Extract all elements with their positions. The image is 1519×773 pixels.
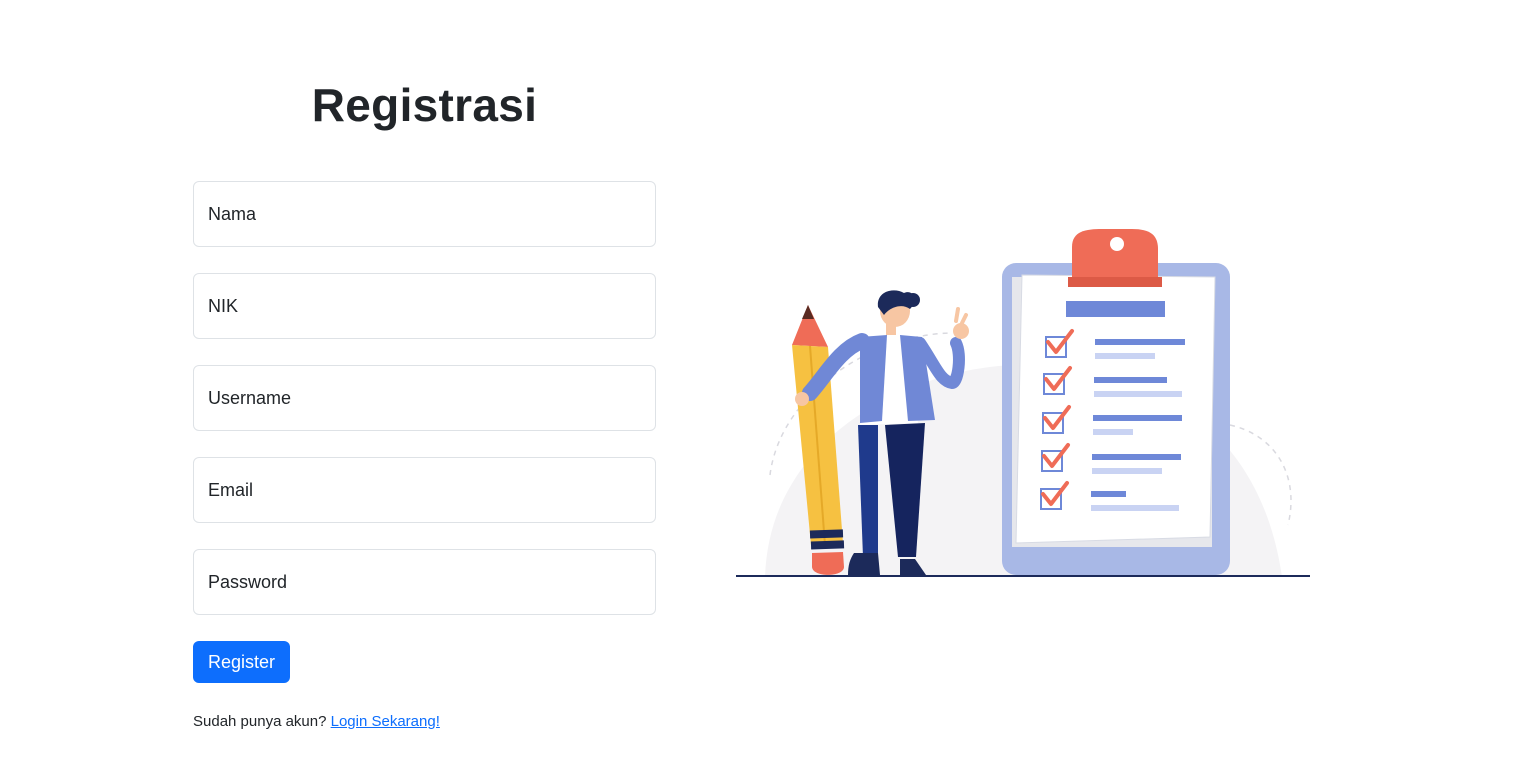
- email-input[interactable]: [194, 458, 655, 522]
- email-field[interactable]: [193, 457, 656, 523]
- username-input[interactable]: [194, 366, 655, 430]
- login-link[interactable]: Login Sekarang!: [331, 713, 440, 730]
- register-button[interactable]: Register: [193, 641, 291, 683]
- nama-field[interactable]: [193, 181, 656, 247]
- registration-page: Registrasi Register Sudah punya akun? Lo…: [0, 0, 1519, 773]
- nik-field[interactable]: [193, 273, 656, 339]
- login-prompt-text: Sudah punya akun?: [193, 713, 327, 730]
- password-field[interactable]: [193, 549, 656, 615]
- username-field[interactable]: [193, 365, 656, 431]
- nama-input[interactable]: [194, 182, 655, 246]
- password-input[interactable]: [194, 550, 655, 614]
- registration-clipboard-illustration: [736, 229, 1310, 577]
- page-title: Registrasi: [311, 79, 538, 131]
- nik-input[interactable]: [194, 274, 655, 338]
- login-prompt: Sudah punya akun? Login Sekarang!: [193, 713, 440, 730]
